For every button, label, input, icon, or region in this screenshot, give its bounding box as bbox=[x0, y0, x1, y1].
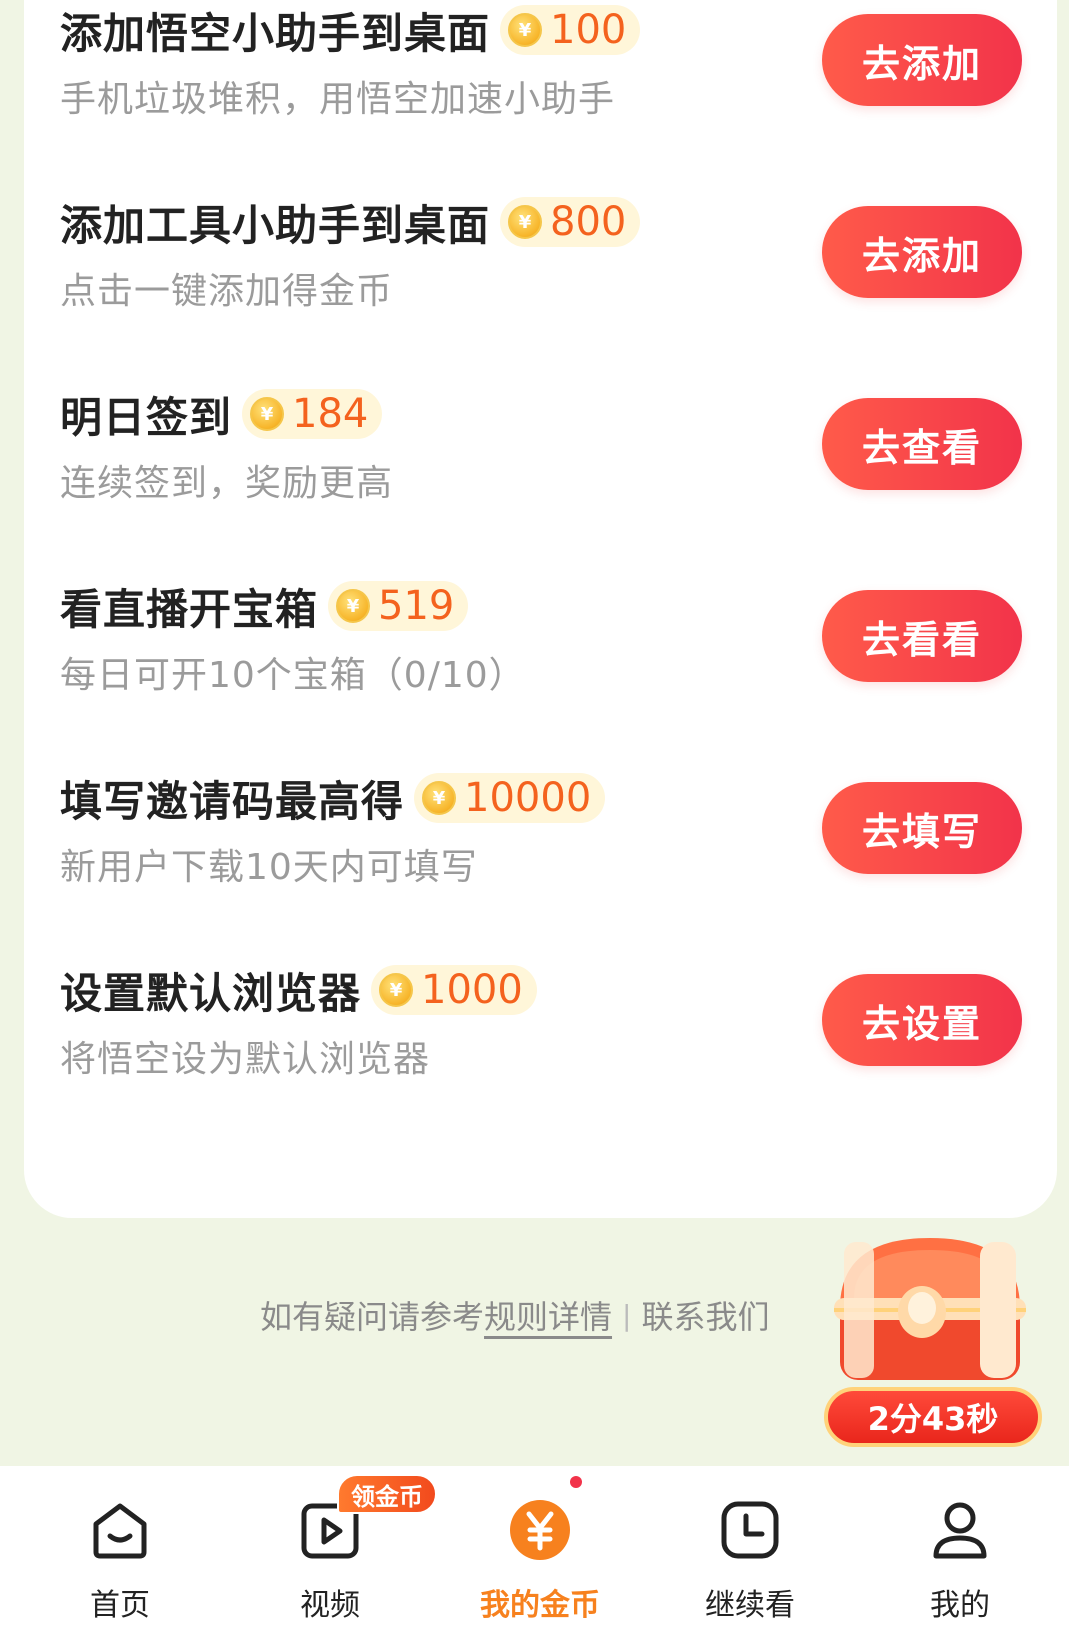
task-row: 添加悟空小助手到桌面 ¥ 100 手机垃圾堆积，用悟空加速小助手 去添加 bbox=[24, 0, 1057, 202]
notification-dot bbox=[570, 1476, 582, 1488]
task-action-button[interactable]: 去设置 bbox=[822, 974, 1022, 1066]
task-description: 手机垃圾堆积，用悟空加速小助手 bbox=[60, 79, 616, 120]
task-title: 添加悟空小助手到桌面 bbox=[60, 8, 491, 58]
task-title: 看直播开宝箱 bbox=[60, 584, 319, 634]
contact-us-link[interactable]: 联系我们 bbox=[641, 1292, 769, 1338]
task-title-line: 添加悟空小助手到桌面 ¥ 100 bbox=[60, 0, 641, 60]
user-icon bbox=[933, 1502, 987, 1559]
task-row: 明日签到 ¥ 184 连续签到，奖励更高 去查看 bbox=[24, 384, 1057, 586]
coin-reward-badge: ¥ 10000 bbox=[414, 773, 606, 823]
coin-icon: ¥ bbox=[422, 781, 457, 815]
coin-icon bbox=[510, 1500, 570, 1560]
coin-reward-value: 10000 bbox=[464, 775, 592, 821]
coin-reward-badge: ¥ 800 bbox=[500, 197, 641, 247]
nav-item-my-coins[interactable]: 我的金币 bbox=[460, 1486, 620, 1626]
nav-label-me: 我的 bbox=[930, 1588, 990, 1623]
task-title: 设置默认浏览器 bbox=[60, 968, 362, 1018]
task-title: 明日签到 bbox=[60, 392, 233, 442]
task-action-button[interactable]: 去填写 bbox=[822, 782, 1022, 874]
coin-reward-badge: ¥ 100 bbox=[500, 5, 641, 55]
coin-reward-value: 100 bbox=[550, 7, 627, 53]
coin-tasks-page: 添加悟空小助手到桌面 ¥ 100 手机垃圾堆积，用悟空加速小助手 去添加 添加工… bbox=[0, 0, 1069, 1650]
nav-label-home: 首页 bbox=[90, 1588, 150, 1623]
nav-label-continue-watching: 继续看 bbox=[705, 1588, 795, 1623]
coin-reward-value: 1000 bbox=[421, 967, 523, 1013]
bottom-nav-bar: 首页 视频 我的金币 继续看 我的 bbox=[0, 1466, 1069, 1650]
coin-icon: ¥ bbox=[336, 589, 371, 623]
task-title-line: 看直播开宝箱 ¥ 519 bbox=[60, 576, 469, 636]
task-title-line: 设置默认浏览器 ¥ 1000 bbox=[60, 960, 537, 1020]
task-description: 每日可开10个宝箱（0/10） bbox=[60, 655, 526, 696]
nav-item-home[interactable]: 首页 bbox=[40, 1486, 200, 1626]
task-title: 添加工具小助手到桌面 bbox=[60, 200, 491, 250]
coin-reward-value: 519 bbox=[378, 583, 455, 629]
rules-detail-link[interactable]: 规则详情 bbox=[484, 1292, 612, 1338]
coin-reward-value: 800 bbox=[550, 199, 627, 245]
task-description: 点击一键添加得金币 bbox=[60, 271, 394, 312]
coin-icon: ¥ bbox=[379, 973, 414, 1007]
task-row: 设置默认浏览器 ¥ 1000 将悟空设为默认浏览器 去设置 bbox=[24, 960, 1057, 1162]
help-separator: | bbox=[622, 1298, 632, 1332]
task-row: 填写邀请码最高得 ¥ 10000 新用户下载10天内可填写 去填写 bbox=[24, 768, 1057, 970]
nav-label-video: 视频 bbox=[300, 1588, 360, 1623]
coin-reward-badge: ¥ 519 bbox=[328, 581, 469, 631]
task-title-line: 添加工具小助手到桌面 ¥ 800 bbox=[60, 192, 641, 252]
task-description: 将悟空设为默认浏览器 bbox=[60, 1039, 431, 1080]
nav-item-continue-watching[interactable]: 继续看 bbox=[670, 1486, 830, 1626]
task-row: 添加工具小助手到桌面 ¥ 800 点击一键添加得金币 去添加 bbox=[24, 192, 1057, 394]
coin-icon: ¥ bbox=[508, 13, 543, 47]
task-title: 填写邀请码最高得 bbox=[60, 776, 405, 826]
task-action-button[interactable]: 去查看 bbox=[822, 398, 1022, 490]
video-coin-badge: 领金币 bbox=[337, 1474, 437, 1514]
coin-reward-badge: ¥ 184 bbox=[242, 389, 383, 439]
task-row: 看直播开宝箱 ¥ 519 每日可开10个宝箱（0/10） 去看看 bbox=[24, 576, 1057, 778]
help-prefix-text: 如有疑问请参考 bbox=[260, 1298, 485, 1336]
coin-icon: ¥ bbox=[250, 397, 285, 431]
treasure-chest-icon[interactable] bbox=[830, 1228, 1030, 1383]
nav-item-me[interactable]: 我的 bbox=[880, 1486, 1040, 1626]
clock-icon bbox=[721, 1501, 779, 1559]
chest-countdown-timer[interactable]: 2分43秒 bbox=[824, 1387, 1042, 1447]
task-description: 连续签到，奖励更高 bbox=[60, 463, 394, 504]
task-action-button[interactable]: 去看看 bbox=[822, 590, 1022, 682]
task-title-line: 明日签到 ¥ 184 bbox=[60, 384, 383, 444]
home-icon bbox=[93, 1503, 147, 1559]
task-title-line: 填写邀请码最高得 ¥ 10000 bbox=[60, 768, 606, 828]
task-action-button[interactable]: 去添加 bbox=[822, 206, 1022, 298]
task-description: 新用户下载10天内可填写 bbox=[60, 847, 478, 888]
coin-reward-badge: ¥ 1000 bbox=[371, 965, 537, 1015]
coin-icon: ¥ bbox=[508, 205, 543, 239]
help-line: 如有疑问请参考 规则详情 | 联系我们 bbox=[260, 1292, 769, 1338]
nav-label-my-coins: 我的金币 bbox=[480, 1588, 600, 1623]
task-list-card: 添加悟空小助手到桌面 ¥ 100 手机垃圾堆积，用悟空加速小助手 去添加 添加工… bbox=[24, 0, 1057, 1218]
task-action-button[interactable]: 去添加 bbox=[822, 14, 1022, 106]
coin-reward-value: 184 bbox=[292, 391, 369, 437]
